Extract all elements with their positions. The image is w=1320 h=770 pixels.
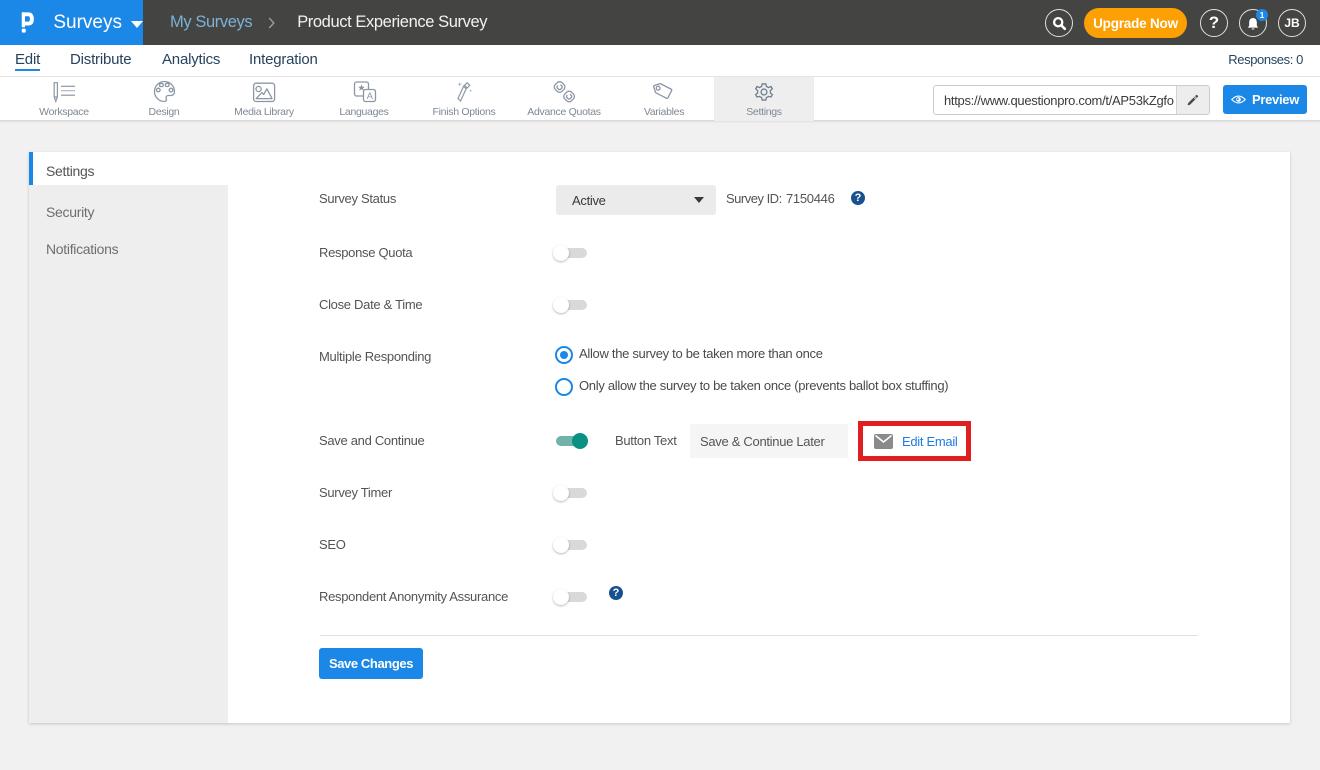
svg-text:A: A: [366, 91, 373, 102]
